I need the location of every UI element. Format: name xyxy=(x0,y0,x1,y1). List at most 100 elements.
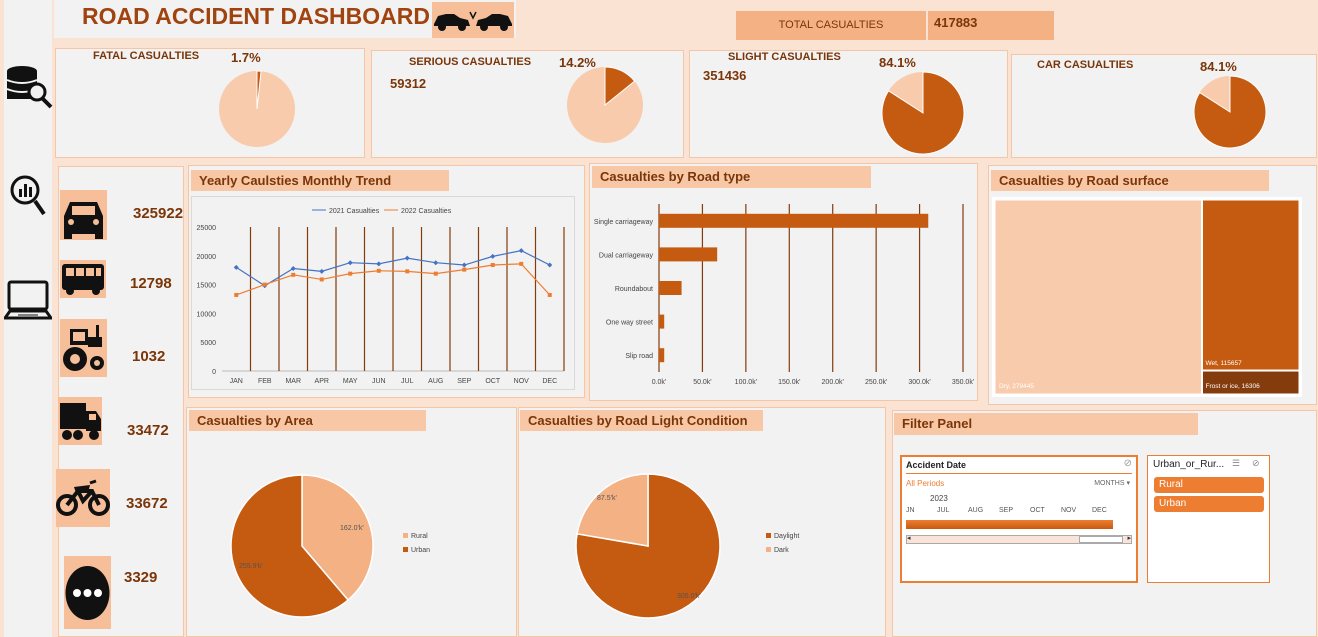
x-tick-label: NOV xyxy=(514,378,530,385)
x-tick-label: 350.0k' xyxy=(952,379,974,386)
y-tick-label: 25000 xyxy=(197,225,217,232)
timeline-month[interactable]: JN xyxy=(906,507,915,514)
treemap-label: Dry, 279445 xyxy=(999,383,1034,390)
timeline-month[interactable]: DEC xyxy=(1092,507,1107,514)
x-tick-label: MAR xyxy=(285,378,301,385)
timeline-level-select[interactable]: MONTHS ▾ xyxy=(1094,479,1130,487)
legend-label: Daylight xyxy=(774,533,799,540)
x-tick-label: AUG xyxy=(428,378,443,385)
light-title: Casualties by Road Light Condition xyxy=(520,410,763,431)
motorbike-count: 33672 xyxy=(126,495,168,512)
legend-label: Urban xyxy=(411,547,430,554)
timeline-slicer[interactable]: Accident Date ⊘ All Periods MONTHS ▾ 202… xyxy=(900,455,1138,583)
clear-filter-icon[interactable]: ⊘ xyxy=(1252,458,1260,469)
data-point xyxy=(433,260,439,266)
kpi-slight-label: SLIGHT CASUALTIES xyxy=(728,51,841,63)
data-point xyxy=(461,262,467,268)
legend-label: Rural xyxy=(411,533,428,540)
legend-swatch xyxy=(766,547,771,552)
kpi-slight-pie xyxy=(881,71,965,155)
category-label: Slip road xyxy=(625,353,653,360)
timeline-title: Accident Date xyxy=(906,460,967,470)
area-slicer: Urban_or_Rur... ☰ ⊘ Rural Urban xyxy=(1147,455,1270,583)
data-point xyxy=(376,261,382,267)
x-tick-label: FEB xyxy=(258,378,272,385)
scroll-thumb[interactable] xyxy=(1079,536,1123,543)
bar xyxy=(659,247,718,262)
data-point xyxy=(519,261,524,266)
y-tick-label: 5000 xyxy=(200,340,216,347)
legend-swatch xyxy=(766,533,771,538)
data-point xyxy=(376,268,381,273)
x-tick-label: MAY xyxy=(343,378,358,385)
x-tick-label: DEC xyxy=(542,378,557,385)
kpi-serious-value: 59312 xyxy=(390,76,427,91)
timeline-month[interactable]: SEP xyxy=(999,507,1013,514)
chart-search-icon[interactable] xyxy=(8,172,48,220)
tractor-count: 1032 xyxy=(132,348,166,365)
y-tick-label: 20000 xyxy=(197,254,217,261)
x-tick-label: OCT xyxy=(485,378,501,385)
scroll-left-icon[interactable]: ◂ xyxy=(907,534,911,542)
treemap-cell xyxy=(994,199,1202,395)
legend-swatch xyxy=(403,547,408,552)
data-point xyxy=(433,271,438,276)
data-point xyxy=(262,282,267,287)
x-tick-label: 100.0k' xyxy=(735,379,757,386)
bar xyxy=(659,213,929,228)
timeline-level: MONTHS xyxy=(1094,480,1125,487)
data-point xyxy=(462,267,467,272)
category-label: Roundabout xyxy=(615,286,653,293)
area-pie-chart: 162.0'k' 255.9'k' Rural Urban xyxy=(230,474,430,618)
scroll-right-icon[interactable]: ▸ xyxy=(1127,534,1131,542)
multi-select-icon[interactable]: ☰ xyxy=(1232,458,1240,469)
kpi-slight-value: 351436 xyxy=(703,68,747,83)
legend-label: Dark xyxy=(774,547,789,554)
y-tick-label: 15000 xyxy=(197,283,217,290)
car-icon xyxy=(60,190,107,240)
timeline-month[interactable]: JUL xyxy=(937,507,949,514)
laptop-icon[interactable] xyxy=(2,278,54,330)
kpi-car-pie xyxy=(1193,75,1267,149)
kpi-car-pct: 84.1% xyxy=(1200,59,1237,74)
treemap-cell xyxy=(1201,199,1300,371)
data-point xyxy=(404,255,410,261)
bar xyxy=(659,281,682,295)
data-point xyxy=(490,263,495,268)
timeline-scrollbar[interactable]: ◂ ▸ xyxy=(906,535,1132,544)
light-pie-chart: 305.0'k' 87.5'k' Daylight Dark xyxy=(575,473,799,619)
other-vehicle-count: 3329 xyxy=(124,569,158,586)
clear-filter-icon[interactable]: ⊘ xyxy=(1124,458,1132,469)
slicer-title: Urban_or_Rur... xyxy=(1153,459,1225,470)
timeline-bar[interactable] xyxy=(906,520,1113,529)
surface-title: Casualties by Road surface xyxy=(991,170,1269,191)
treemap-label: Frost or ice, 16306 xyxy=(1205,383,1260,390)
y-tick-label: 0 xyxy=(212,369,216,376)
timeline-month[interactable]: NOV xyxy=(1061,507,1076,514)
kpi-fatal-panel xyxy=(55,48,365,158)
trend-title: Yearly Caulsties Monthly Trend xyxy=(191,170,449,191)
roadtype-title: Casualties by Road type xyxy=(592,166,871,188)
kpi-fatal-label: FATAL CASUALTIES xyxy=(93,50,200,62)
data-point xyxy=(547,262,553,268)
x-tick-label: 150.0k' xyxy=(778,379,800,386)
timeline-month[interactable]: AUG xyxy=(968,507,983,514)
page-title: ROAD ACCIDENT DASHBOARD xyxy=(82,3,430,29)
database-search-icon[interactable] xyxy=(4,62,54,112)
slicer-item-urban[interactable]: Urban xyxy=(1154,496,1264,512)
category-label: Single carriageway xyxy=(594,219,654,226)
timeline-month[interactable]: OCT xyxy=(1030,507,1045,514)
x-tick-label: JUL xyxy=(401,378,414,385)
legend-label: 2021 Casualties xyxy=(329,208,380,215)
trend-chart: 2021 Casualties 2022 Casualties 0 5000 10000… xyxy=(191,196,575,390)
car-count: 325922 xyxy=(133,205,184,222)
x-tick-label: 200.0k' xyxy=(822,379,844,386)
kpi-serious-pie xyxy=(567,66,643,143)
x-tick-label: JAN xyxy=(230,378,243,385)
bar xyxy=(659,348,665,363)
data-point xyxy=(490,253,496,259)
slicer-item-rural[interactable]: Rural xyxy=(1154,477,1264,493)
data-point xyxy=(319,268,325,274)
truck-count: 33472 xyxy=(127,422,169,439)
x-tick-label: SEP xyxy=(457,378,471,385)
